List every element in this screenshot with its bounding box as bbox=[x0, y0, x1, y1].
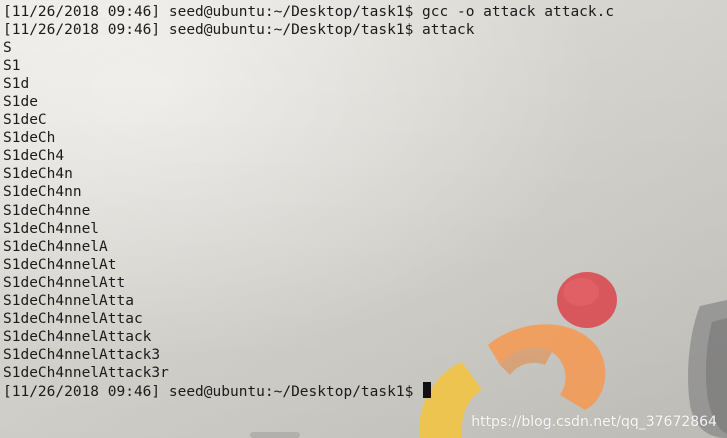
terminal-output: [11/26/2018 09:46] seed@ubuntu:~/Desktop… bbox=[3, 3, 614, 400]
command-text: gcc -o attack attack.c bbox=[422, 4, 615, 20]
output-line: S1deCh4nn bbox=[3, 184, 82, 201]
prompt-text: [11/26/2018 09:46] seed@ubuntu:~/Desktop… bbox=[3, 383, 414, 400]
output-line: S1deCh4nnelAttack bbox=[3, 328, 152, 345]
current-prompt-line[interactable]: [11/26/2018 09:46] seed@ubuntu:~/Desktop… bbox=[3, 381, 614, 400]
text-cursor bbox=[423, 381, 432, 398]
watermark-text: https://blog.csdn.net/qq_37672864 bbox=[471, 414, 717, 430]
output-line: S1deCh4 bbox=[3, 148, 65, 165]
output-line: S1deCh4nne bbox=[3, 202, 91, 219]
output-line: S1deCh bbox=[3, 130, 56, 147]
output-line: S1 bbox=[3, 58, 21, 75]
command-line-2: [11/26/2018 09:46] seed@ubuntu:~/Desktop… bbox=[3, 21, 614, 39]
command-line-1: [11/26/2018 09:46] seed@ubuntu:~/Desktop… bbox=[3, 3, 614, 21]
bottom-object bbox=[250, 432, 300, 438]
output-line: S1deCh4nnel bbox=[3, 220, 100, 237]
output-line: S1deC bbox=[3, 112, 47, 129]
terminal-window[interactable]: [11/26/2018 09:46] seed@ubuntu:~/Desktop… bbox=[0, 0, 727, 438]
output-line: S1deCh4n bbox=[3, 166, 73, 183]
prompt-text: [11/26/2018 09:46] seed@ubuntu:~/Desktop… bbox=[3, 4, 414, 20]
output-line: S1deCh4nnelAtta bbox=[3, 292, 134, 309]
output-line: S1de bbox=[3, 94, 38, 111]
output-line: S1deCh4nnelAt bbox=[3, 256, 117, 273]
output-line: S1d bbox=[3, 76, 30, 93]
prompt-text: [11/26/2018 09:46] seed@ubuntu:~/Desktop… bbox=[3, 22, 414, 39]
output-line: S1deCh4nnelAtt bbox=[3, 274, 126, 291]
output-line: S bbox=[3, 40, 12, 57]
output-line: S1deCh4nnelAttack3r bbox=[3, 364, 169, 381]
output-line: S1deCh4nnelAttac bbox=[3, 310, 143, 327]
output-line: S1deCh4nnelA bbox=[3, 238, 108, 255]
command-text: attack bbox=[422, 22, 475, 39]
output-line: S1deCh4nnelAttack3 bbox=[3, 346, 161, 363]
